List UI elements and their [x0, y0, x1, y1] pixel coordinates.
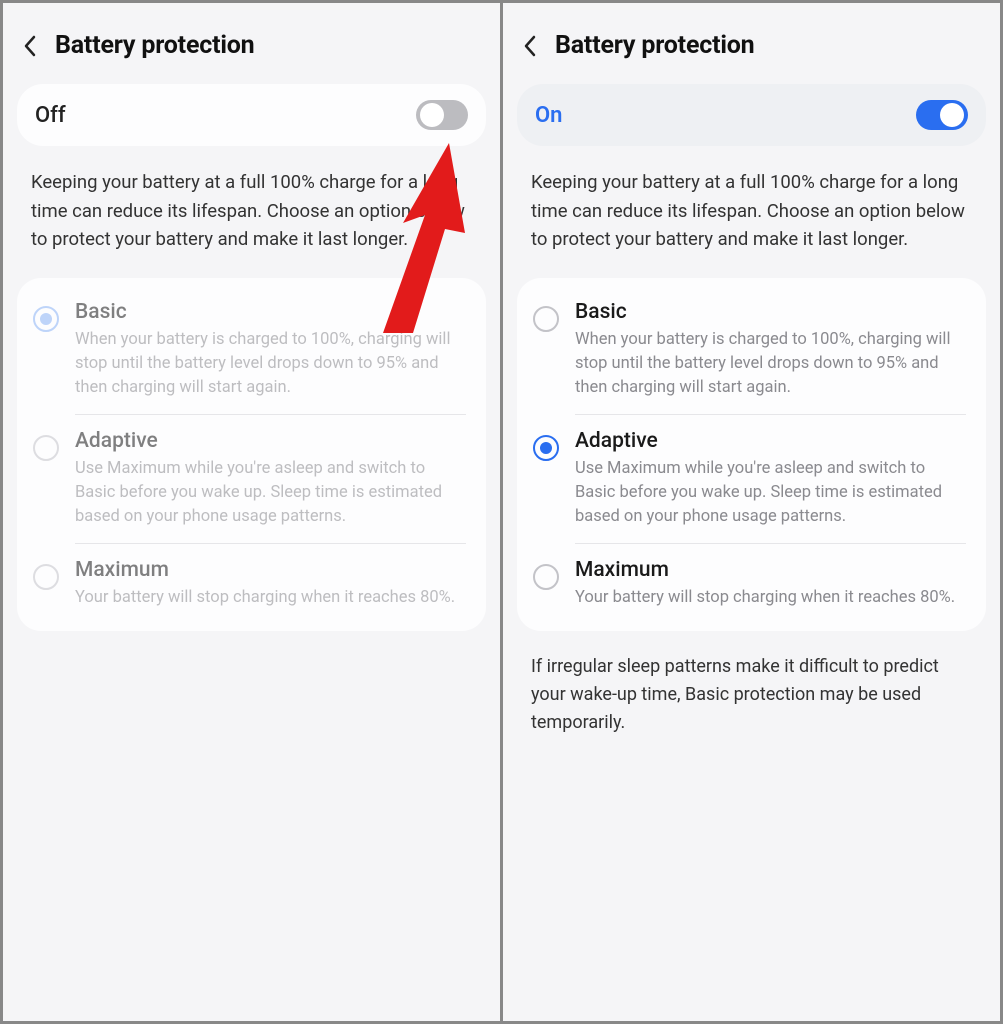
footnote-text: If irregular sleep patterns make it diff… — [503, 631, 1000, 759]
back-icon[interactable] — [523, 35, 537, 57]
toggle-switch[interactable] — [416, 100, 468, 130]
header: Battery protection — [3, 3, 500, 78]
option-adaptive[interactable]: Adaptive Use Maximum while you're asleep… — [75, 414, 466, 543]
page-title: Battery protection — [555, 31, 754, 60]
option-subtitle: Use Maximum while you're asleep and swit… — [75, 457, 466, 529]
radio-icon — [33, 306, 59, 332]
radio-icon — [533, 435, 559, 461]
toggle-state-label: Off — [35, 103, 66, 128]
option-basic[interactable]: Basic When your battery is charged to 10… — [17, 286, 486, 414]
radio-icon — [33, 435, 59, 461]
master-toggle-row[interactable]: On — [517, 84, 986, 146]
toggle-state-label: On — [535, 103, 562, 128]
radio-icon — [33, 564, 59, 590]
option-maximum[interactable]: Maximum Your battery will stop charging … — [575, 543, 966, 624]
options-list: Basic When your battery is charged to 10… — [17, 278, 486, 631]
pane-on: Battery protection On Keeping your batte… — [503, 3, 1000, 1021]
option-subtitle: Your battery will stop charging when it … — [575, 586, 966, 610]
option-subtitle: Your battery will stop charging when it … — [75, 586, 466, 610]
radio-icon — [533, 306, 559, 332]
pane-off: Battery protection Off Keeping your batt… — [3, 3, 500, 1021]
option-title: Basic — [575, 300, 966, 324]
toggle-switch[interactable] — [916, 100, 968, 130]
header: Battery protection — [503, 3, 1000, 78]
option-subtitle: When your battery is charged to 100%, ch… — [75, 328, 466, 400]
back-icon[interactable] — [23, 35, 37, 57]
options-list: Basic When your battery is charged to 10… — [517, 278, 986, 631]
option-maximum[interactable]: Maximum Your battery will stop charging … — [75, 543, 466, 624]
option-subtitle: When your battery is charged to 100%, ch… — [575, 328, 966, 400]
description-text: Keeping your battery at a full 100% char… — [503, 146, 1000, 274]
description-text: Keeping your battery at a full 100% char… — [3, 146, 500, 274]
option-title: Basic — [75, 300, 466, 324]
option-adaptive[interactable]: Adaptive Use Maximum while you're asleep… — [575, 414, 966, 543]
radio-icon — [533, 564, 559, 590]
page-title: Battery protection — [55, 31, 254, 60]
master-toggle-row[interactable]: Off — [17, 84, 486, 146]
option-title: Maximum — [75, 558, 466, 582]
option-title: Adaptive — [575, 429, 966, 453]
option-title: Adaptive — [75, 429, 466, 453]
option-subtitle: Use Maximum while you're asleep and swit… — [575, 457, 966, 529]
option-title: Maximum — [575, 558, 966, 582]
option-basic[interactable]: Basic When your battery is charged to 10… — [517, 286, 986, 414]
